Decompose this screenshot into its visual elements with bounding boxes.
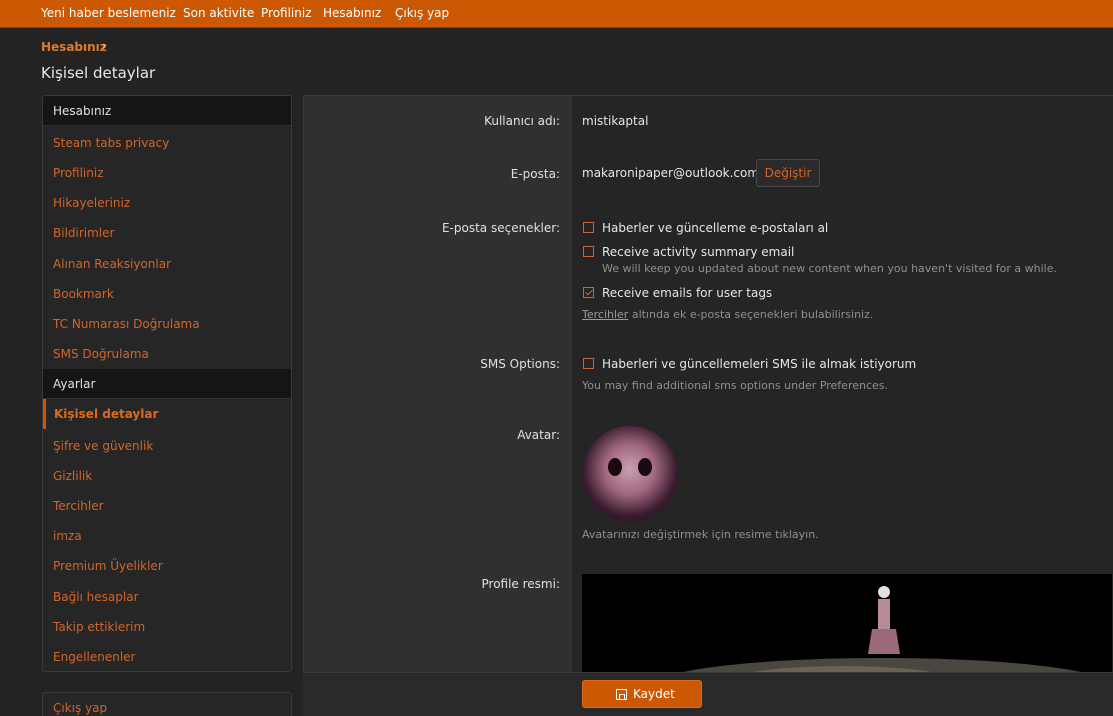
sidebar-item-tc-verification[interactable]: TC Numarası Doğrulama	[53, 317, 200, 331]
avatar-hint: Avatarınızı değiştirmek için resime tıkl…	[582, 528, 819, 541]
email-label: E-posta:	[510, 167, 560, 181]
nav-latest-activity[interactable]: Son aktivite	[183, 6, 254, 20]
sidebar-item-notifications[interactable]: Bildirimler	[53, 226, 114, 240]
sidebar-item-privacy[interactable]: Gizlilik	[53, 469, 92, 483]
form-footer: Kaydet	[303, 672, 1113, 716]
sidebar-item-logout[interactable]: Çıkış yap	[53, 701, 107, 715]
change-email-button[interactable]: Değiştir	[756, 159, 820, 187]
nav-logout[interactable]: Çıkış yap	[395, 6, 449, 20]
email-value: makaronipaper@outlook.com	[582, 166, 760, 180]
sms-options-label: SMS Options:	[480, 357, 560, 371]
sidebar-item-following[interactable]: Takip ettiklerim	[53, 620, 145, 634]
nav-account[interactable]: Hesabınız	[323, 6, 381, 20]
sidebar-item-preferences[interactable]: Tercihler	[53, 499, 104, 513]
sidebar-item-reactions-received[interactable]: Alınan Reaksiyonlar	[53, 257, 171, 271]
sidebar-item-premium[interactable]: Premium Üyelikler	[53, 559, 163, 573]
sms-news-checkbox[interactable]	[583, 358, 594, 369]
activity-summary-hint: We will keep you updated about new conte…	[602, 262, 1057, 275]
sidebar-item-connected-accounts[interactable]: Bağlı hesaplar	[53, 590, 139, 604]
sidebar-logout-block: Çıkış yap	[42, 692, 292, 716]
sms-hint: You may find additional sms options unde…	[582, 379, 889, 392]
sidebar-item-ignored[interactable]: Engellenenler	[53, 650, 135, 664]
sidebar-item-password-security[interactable]: Şifre ve güvenlik	[53, 439, 153, 453]
account-sidebar: Hesabınız Steam tabs privacy Profiliniz …	[42, 95, 292, 672]
personal-details-form: Kullanıcı adı: mistikaptal E-posta: maka…	[303, 95, 1113, 716]
email-options-label: E-posta seçenekler:	[441, 221, 560, 235]
sidebar-item-label: Kişisel detaylar	[54, 407, 159, 421]
username-label: Kullanıcı adı:	[484, 114, 560, 128]
save-button-label: Kaydet	[633, 687, 675, 701]
sidebar-item-personal-details[interactable]: Kişisel detaylar	[43, 399, 291, 429]
user-tags-option[interactable]: Receive emails for user tags	[602, 286, 772, 300]
sidebar-item-stories[interactable]: Hikayeleriniz	[53, 196, 130, 210]
sidebar-item-profile[interactable]: Profiliniz	[53, 166, 104, 180]
activity-summary-option[interactable]: Receive activity summary email	[602, 245, 794, 259]
preferences-hint: Tercihler altında ek e-posta seçenekleri…	[582, 308, 873, 321]
preferences-hint-text: altında ek e-posta seçenekleri bulabilir…	[628, 308, 874, 321]
username-value: mistikaptal	[582, 114, 649, 128]
sidebar-item-signature[interactable]: imza	[53, 529, 82, 543]
user-tags-checkbox[interactable]	[583, 287, 594, 298]
avatar-eye-left	[608, 458, 622, 476]
form-label-column	[304, 96, 572, 716]
activity-summary-checkbox[interactable]	[583, 246, 594, 257]
sms-news-option[interactable]: Haberleri ve güncellemeleri SMS ile alma…	[602, 357, 916, 371]
sidebar-item-sms-verification[interactable]: SMS Doğrulama	[53, 347, 149, 361]
sidebar-section-account: Hesabınız	[43, 96, 291, 126]
avatar-eye-right	[638, 458, 652, 476]
preferences-link[interactable]: Tercihler	[582, 308, 628, 321]
save-disk-icon	[616, 689, 627, 700]
avatar-image[interactable]	[582, 426, 678, 522]
sidebar-item-steam-tabs-privacy[interactable]: Steam tabs privacy	[53, 136, 169, 150]
top-navigation-bar: Yeni haber beslemeniz Son aktivite Profi…	[0, 0, 1113, 28]
breadcrumb[interactable]: Hesabınız	[41, 40, 107, 54]
nav-profile[interactable]: Profiliniz	[261, 6, 312, 20]
page-title: Kişisel detaylar	[41, 64, 156, 82]
avatar-label: Avatar:	[517, 428, 560, 442]
save-button[interactable]: Kaydet	[582, 680, 702, 708]
nav-news-feed[interactable]: Yeni haber beslemeniz	[41, 6, 176, 20]
news-emails-checkbox[interactable]	[583, 222, 594, 233]
profile-image-label: Profile resmi:	[481, 577, 561, 591]
chevron-right-icon: ›	[102, 39, 107, 53]
news-emails-option[interactable]: Haberler ve güncelleme e-postaları al	[602, 221, 828, 235]
sidebar-item-bookmark[interactable]: Bookmark	[53, 287, 114, 301]
profile-banner-image[interactable]	[582, 574, 1112, 684]
banner-scene-graphic	[652, 586, 1112, 684]
sidebar-section-settings: Ayarlar	[43, 369, 291, 399]
